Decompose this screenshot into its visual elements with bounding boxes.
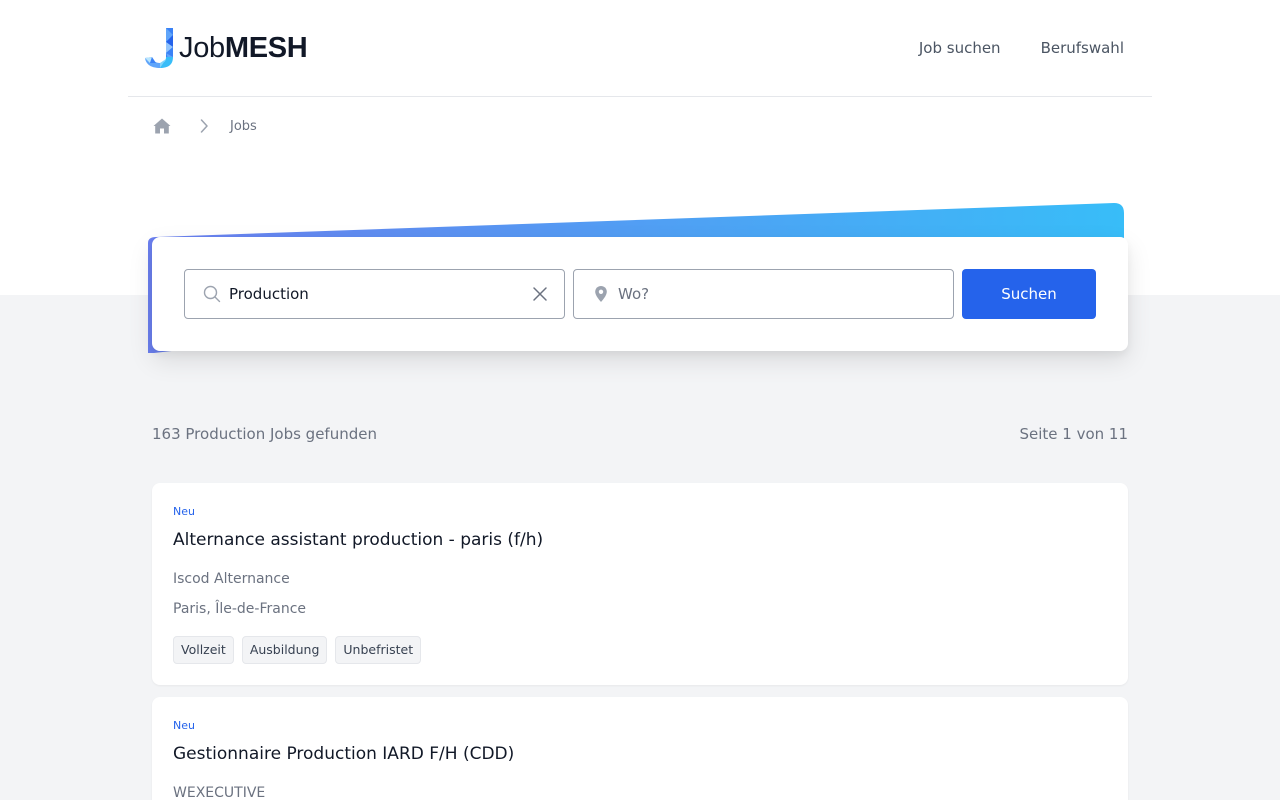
job-title[interactable]: Alternance assistant production - paris … (173, 530, 543, 550)
search-where-input[interactable] (618, 270, 953, 318)
search-icon (203, 285, 221, 303)
close-icon[interactable] (532, 286, 548, 302)
search-section: Suchen (148, 203, 1129, 353)
job-location: Paris, Île-de-France (173, 601, 307, 617)
job-company: Iscod Alternance (173, 571, 290, 587)
search-what-field (184, 269, 565, 319)
new-badge: Neu (173, 505, 195, 518)
search-card: Suchen (152, 237, 1128, 351)
search-where-field (573, 269, 954, 319)
logo-text-mesh: MESH (224, 32, 308, 64)
chevron-right-icon (200, 119, 208, 133)
job-tags: Vollzeit Ausbildung Unbefristet (173, 636, 422, 664)
logo[interactable]: JobMESH (144, 27, 308, 69)
breadcrumb-current[interactable]: Jobs (230, 119, 257, 134)
main-nav: Job suchen Berufswahl (919, 37, 1124, 59)
logo-text: JobMESH (179, 28, 308, 68)
job-tag: Unbefristet (335, 636, 422, 664)
page-indicator: Seite 1 von 11 (1019, 425, 1128, 443)
search-button[interactable]: Suchen (962, 269, 1096, 319)
home-icon[interactable] (152, 116, 172, 136)
job-card[interactable]: Neu Gestionnaire Production IARD F/H (CD… (152, 697, 1128, 800)
breadcrumb: Jobs (152, 116, 257, 136)
search-what-input[interactable] (229, 270, 532, 318)
logo-icon (145, 28, 173, 68)
job-title[interactable]: Gestionnaire Production IARD F/H (CDD) (173, 744, 514, 764)
job-card[interactable]: Neu Alternance assistant production - pa… (152, 483, 1128, 685)
results-meta: 163 Production Jobs gefunden Seite 1 von… (152, 425, 1128, 443)
nav-berufswahl[interactable]: Berufswahl (1041, 37, 1124, 59)
results-count: 163 Production Jobs gefunden (152, 425, 377, 443)
site-header: JobMESH Job suchen Berufswahl (128, 0, 1152, 97)
job-tag: Ausbildung (241, 636, 328, 664)
logo-text-job: Job (179, 32, 225, 64)
map-pin-icon (595, 286, 607, 302)
job-company: WEXECUTIVE (173, 785, 266, 800)
nav-job-suchen[interactable]: Job suchen (919, 37, 1001, 59)
job-tag: Vollzeit (173, 636, 234, 664)
new-badge: Neu (173, 719, 195, 732)
